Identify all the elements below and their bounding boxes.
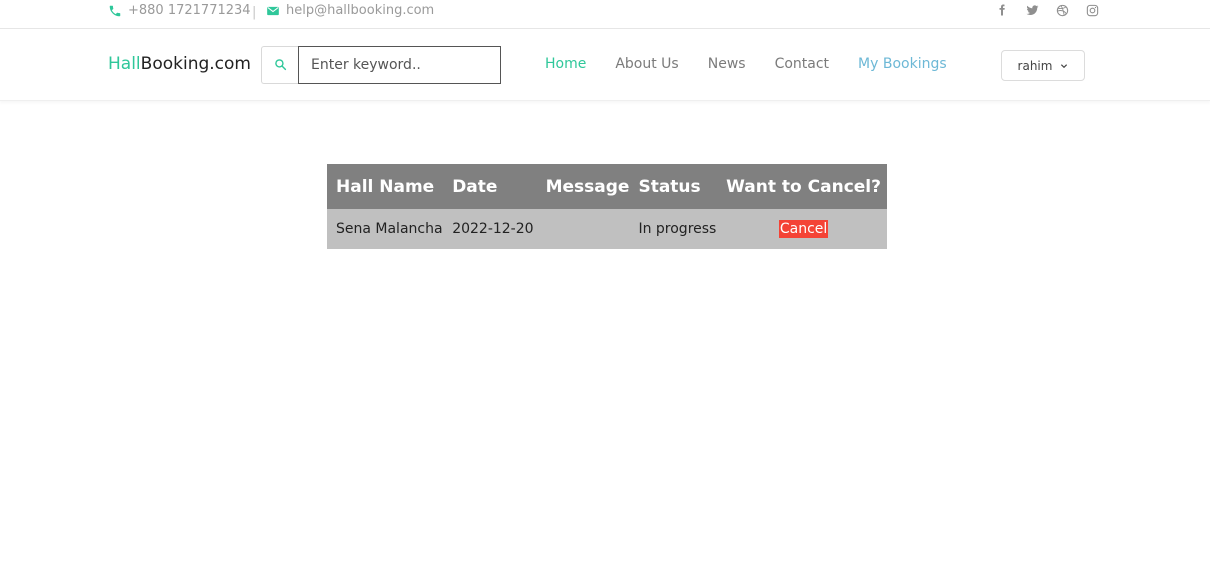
cell-status: In progress: [629, 209, 718, 249]
cell-message: [536, 209, 630, 249]
col-want-to-cancel: Want to Cancel?: [717, 164, 887, 209]
search-icon: [274, 56, 287, 75]
email-address: help@hallbooking.com: [286, 3, 435, 18]
phone-number: +880 1721771234: [128, 3, 251, 18]
social-links: [995, 3, 1099, 17]
col-date: Date: [443, 164, 537, 209]
search-input[interactable]: [298, 46, 501, 84]
nav-home[interactable]: Home: [545, 56, 586, 72]
facebook-icon[interactable]: [995, 3, 1009, 17]
table-header-row: Hall Name Date Message Status Want to Ca…: [327, 164, 887, 209]
col-message: Message: [536, 164, 630, 209]
envelope-icon: [266, 4, 280, 18]
twitter-icon[interactable]: [1025, 3, 1039, 17]
site-logo[interactable]: HallBooking.com: [108, 54, 251, 74]
contact-separator: |: [252, 5, 257, 20]
phone-contact[interactable]: +880 1721771234: [108, 3, 251, 18]
nav-news[interactable]: News: [708, 56, 746, 72]
dribbble-icon[interactable]: [1055, 3, 1069, 17]
search-button[interactable]: [261, 46, 299, 84]
main-header: HallBooking.com Home About Us News Conta…: [0, 29, 1210, 101]
cell-date: 2022-12-20: [443, 209, 537, 249]
nav-about-us[interactable]: About Us: [615, 56, 678, 72]
phone-icon: [108, 4, 122, 18]
cell-hall-name: Sena Malancha: [327, 209, 444, 249]
cancel-button[interactable]: Cancel: [778, 220, 829, 238]
logo-text: Booking.com: [140, 54, 251, 74]
chevron-down-icon: [1060, 59, 1068, 73]
user-dropdown[interactable]: rahim: [1001, 50, 1085, 81]
col-hall-name: Hall Name: [327, 164, 444, 209]
top-bar: +880 1721771234 | help@hallbooking.com: [0, 0, 1210, 29]
logo-accent: Hall: [108, 54, 141, 74]
email-contact[interactable]: help@hallbooking.com: [266, 3, 434, 18]
instagram-icon[interactable]: [1085, 3, 1099, 17]
nav-contact[interactable]: Contact: [775, 56, 829, 72]
nav-my-bookings[interactable]: My Bookings: [858, 56, 947, 72]
bookings-table: Hall Name Date Message Status Want to Ca…: [327, 164, 887, 249]
col-status: Status: [629, 164, 718, 209]
user-name: rahim: [1017, 58, 1053, 73]
table-row: Sena Malancha 2022-12-20 In progress Can…: [327, 209, 887, 249]
main-nav: Home About Us News Contact My Bookings: [545, 56, 947, 72]
cell-cancel: Cancel: [717, 209, 887, 249]
